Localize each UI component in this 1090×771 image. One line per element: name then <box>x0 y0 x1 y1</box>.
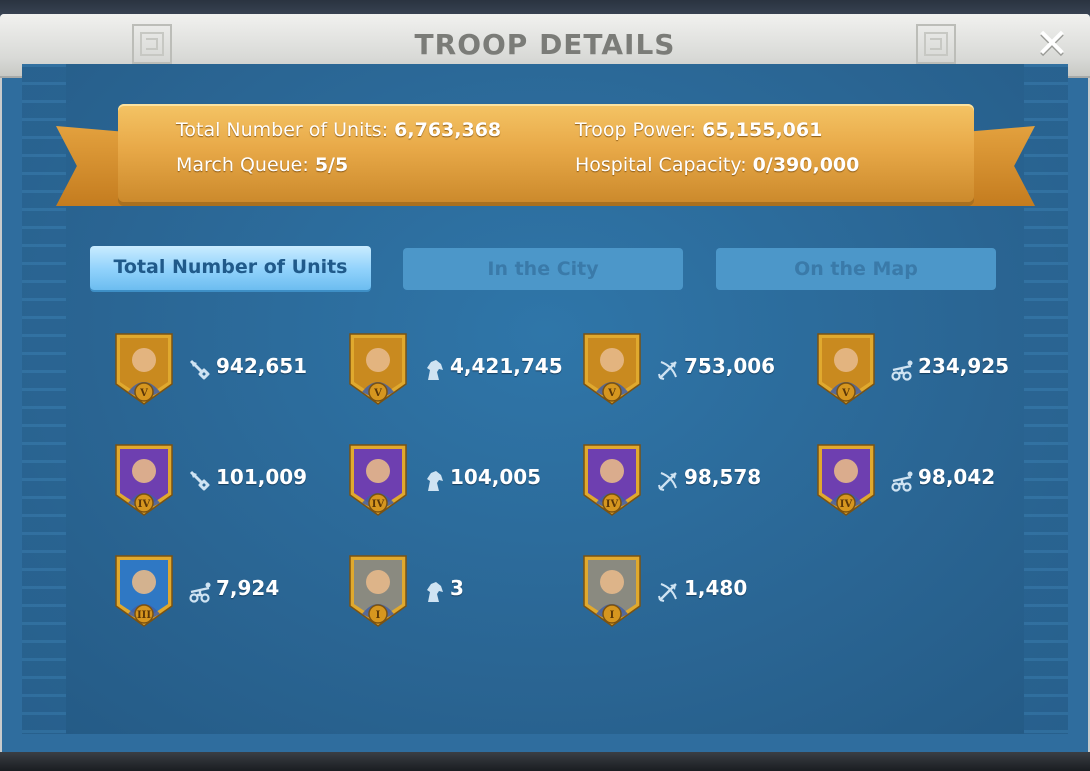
tab-total-number-of-units[interactable]: Total Number of Units <box>90 246 371 290</box>
greek-key-border-right <box>1024 64 1068 734</box>
cavalry-type-icon <box>422 358 446 382</box>
troop-portrait-badge[interactable]: V <box>346 332 410 406</box>
svg-text:I: I <box>376 610 381 621</box>
svg-text:V: V <box>607 388 616 399</box>
troop-count: 101,009 <box>216 465 308 489</box>
greek-key-border-left <box>22 64 66 734</box>
cavalry-type-icon <box>422 469 446 493</box>
svg-text:IV: IV <box>840 499 853 510</box>
svg-text:V: V <box>373 388 382 399</box>
tab-in-the-city[interactable]: In the City <box>403 248 683 290</box>
total-units-stat: Total Number of Units: 6,763,368 <box>176 119 501 141</box>
march-queue-value: 5/5 <box>314 154 349 176</box>
infantry-type-icon <box>188 469 212 493</box>
unit-siege-tier-v[interactable]: V 234,925 <box>814 332 1014 408</box>
unit-archer-tier-iv[interactable]: IV 98,578 <box>580 443 780 519</box>
troop-portrait-badge[interactable]: IV <box>814 443 878 517</box>
svg-text:IV: IV <box>138 499 151 510</box>
tab-on-the-map[interactable]: On the Map <box>716 248 996 290</box>
close-icon[interactable]: ✕ <box>1035 21 1069 67</box>
svg-text:IV: IV <box>372 499 385 510</box>
siege-type-icon <box>890 469 914 493</box>
unit-infantry-tier-v[interactable]: V 942,651 <box>112 332 312 408</box>
unit-archer-tier-i[interactable]: I 1,480 <box>580 554 780 630</box>
unit-archer-tier-v[interactable]: V 753,006 <box>580 332 780 408</box>
troop-count: 942,651 <box>216 354 308 378</box>
troop-count: 1,480 <box>684 576 748 600</box>
hospital-capacity-value: 0/390,000 <box>752 154 860 176</box>
troop-power-label: Troop Power: <box>575 119 697 141</box>
troop-portrait-badge[interactable]: V <box>580 332 644 406</box>
cavalry-type-icon <box>422 580 446 604</box>
total-units-label: Total Number of Units: <box>176 119 389 141</box>
archer-type-icon <box>656 469 680 493</box>
troop-count: 753,006 <box>684 354 776 378</box>
unit-infantry-tier-iv[interactable]: IV 101,009 <box>112 443 312 519</box>
troop-portrait-badge[interactable]: I <box>346 554 410 628</box>
hospital-capacity-label: Hospital Capacity: <box>575 154 747 176</box>
close-button[interactable]: ✕ <box>1030 24 1074 64</box>
siege-type-icon <box>188 580 212 604</box>
siege-type-icon <box>890 358 914 382</box>
march-queue-label: March Queue: <box>176 154 309 176</box>
svg-text:III: III <box>137 610 151 621</box>
hospital-capacity-stat: Hospital Capacity: 0/390,000 <box>575 154 859 176</box>
troop-portrait-badge[interactable]: V <box>112 332 176 406</box>
unit-cavalry-tier-v[interactable]: V 4,421,745 <box>346 332 563 408</box>
svg-text:I: I <box>610 610 615 621</box>
svg-text:IV: IV <box>606 499 619 510</box>
svg-text:V: V <box>139 388 148 399</box>
troop-portrait-badge[interactable]: V <box>814 332 878 406</box>
troop-power-stat: Troop Power: 65,155,061 <box>575 119 822 141</box>
unit-cavalry-tier-i[interactable]: I 3 <box>346 554 546 630</box>
troop-portrait-badge[interactable]: IV <box>580 443 644 517</box>
unit-cavalry-tier-iv[interactable]: IV 104,005 <box>346 443 546 519</box>
troop-portrait-badge[interactable]: IV <box>112 443 176 517</box>
unit-siege-tier-iii[interactable]: III 7,924 <box>112 554 312 630</box>
troop-power-value: 65,155,061 <box>702 119 823 141</box>
total-units-value: 6,763,368 <box>394 119 502 141</box>
svg-text:V: V <box>841 388 850 399</box>
unit-siege-tier-iv[interactable]: IV 98,042 <box>814 443 1014 519</box>
archer-type-icon <box>656 358 680 382</box>
troop-count: 98,578 <box>684 465 762 489</box>
archer-type-icon <box>656 580 680 604</box>
troop-count: 98,042 <box>918 465 996 489</box>
troop-count: 7,924 <box>216 576 280 600</box>
troop-portrait-badge[interactable]: III <box>112 554 176 628</box>
meander-ornament-right <box>916 24 956 64</box>
troop-count: 3 <box>450 576 464 600</box>
troop-portrait-badge[interactable]: I <box>580 554 644 628</box>
march-queue-stat: March Queue: 5/5 <box>176 154 348 176</box>
troop-count: 4,421,745 <box>450 354 563 378</box>
troop-count: 234,925 <box>918 354 1010 378</box>
background-bottom-strip <box>0 752 1090 771</box>
troop-portrait-badge[interactable]: IV <box>346 443 410 517</box>
infantry-type-icon <box>188 358 212 382</box>
troop-count: 104,005 <box>450 465 542 489</box>
